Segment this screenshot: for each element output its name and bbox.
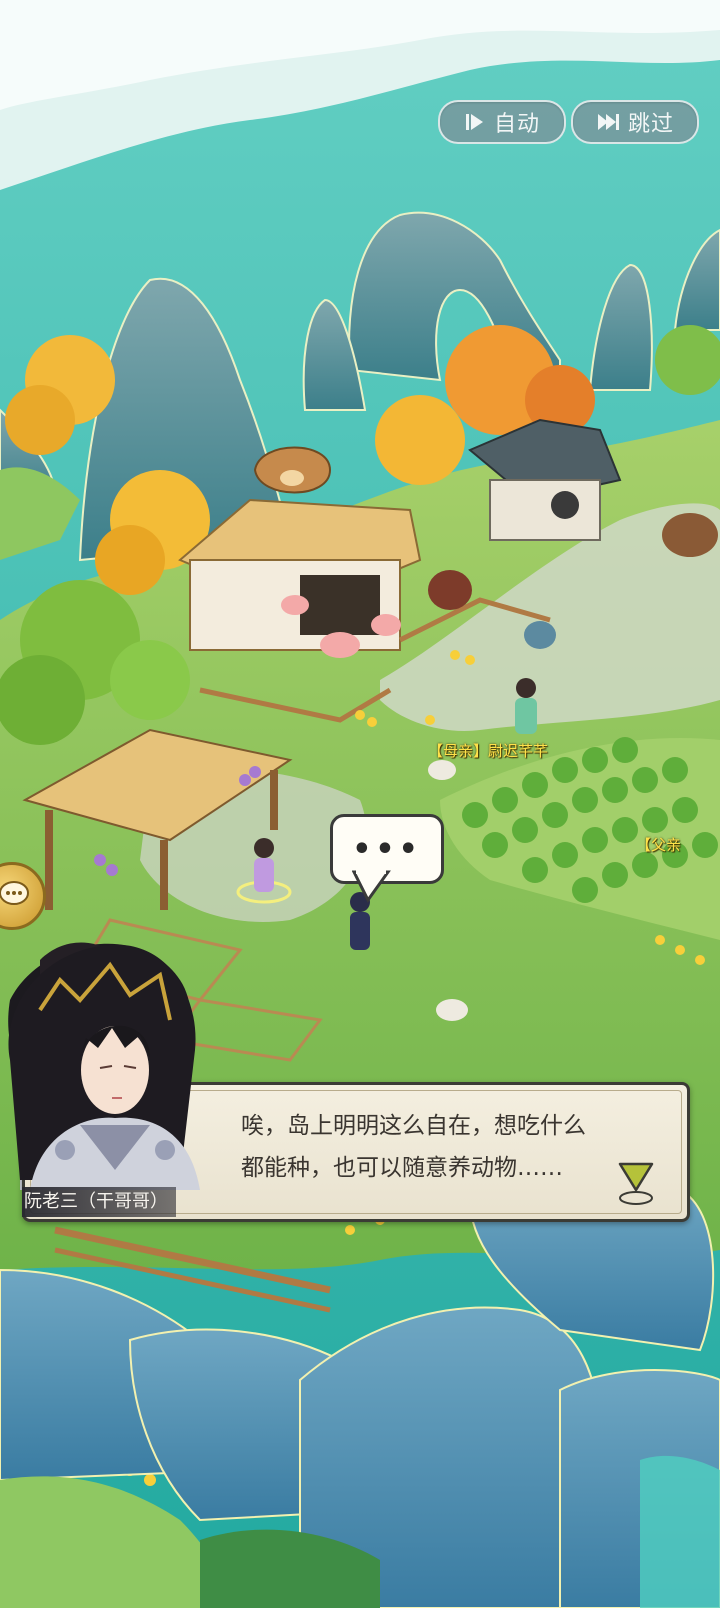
chat-icon bbox=[0, 879, 30, 913]
thought-bubble-tail bbox=[352, 870, 391, 903]
thought-ellipsis: ••• bbox=[352, 831, 422, 867]
play-icon bbox=[464, 111, 486, 133]
mother-character[interactable] bbox=[515, 678, 537, 734]
dialogue-text: 唉，岛上明明这么自在，想吃什么 都能种，也可以随意养动物…… bbox=[241, 1105, 661, 1189]
mother-name-label: 【母亲】尉迟芊芊 bbox=[428, 742, 549, 760]
father-name-label: 【父亲 bbox=[636, 836, 682, 854]
advance-dialogue-button[interactable] bbox=[616, 1160, 656, 1206]
speaker-name: 阮老三（干哥哥） bbox=[22, 1187, 176, 1217]
skip-button[interactable]: 跳过 bbox=[571, 100, 699, 144]
island-scene bbox=[0, 0, 720, 1608]
game-screen: 自动 跳过 【母亲】尉迟芊芊 【父亲 ••• 唉，岛上明明这么自在，想吃什么 都… bbox=[0, 0, 720, 1608]
auto-play-button[interactable]: 自动 bbox=[438, 100, 566, 144]
auto-label: 自动 bbox=[493, 112, 540, 137]
dialogue-line-2: 都能种，也可以随意养动物…… bbox=[241, 1155, 563, 1181]
speaker-portrait-front bbox=[8, 944, 200, 1190]
skip-icon bbox=[596, 111, 620, 133]
skip-label: 跳过 bbox=[627, 112, 674, 137]
dialogue-line-1: 唉，岛上明明这么自在，想吃什么 bbox=[241, 1113, 586, 1139]
down-arrow-icon bbox=[618, 1162, 654, 1205]
